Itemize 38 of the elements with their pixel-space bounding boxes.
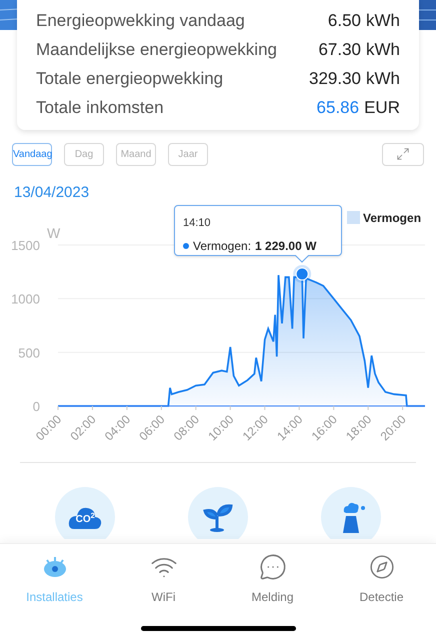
summary-label: Totale inkomsten xyxy=(36,96,164,119)
summary-label: Energieopwekking vandaag xyxy=(36,10,245,32)
nav-label: Melding xyxy=(251,589,294,606)
summary-label: Maandelijkse energieopwekking xyxy=(36,38,277,61)
nav-label: Installaties xyxy=(26,589,83,606)
sprout-icon xyxy=(200,502,235,532)
summary-value: 6.50 xyxy=(328,10,361,32)
summary-unit: EUR xyxy=(364,96,400,119)
legend-swatch xyxy=(347,211,360,224)
nav-label: Detectie xyxy=(359,589,404,606)
nav-tab[interactable]: Detectie xyxy=(332,552,432,606)
nav-tab[interactable]: WiFi xyxy=(114,552,214,606)
summary-value: 329.30 xyxy=(309,68,361,90)
nav-label: WiFi xyxy=(152,589,176,606)
co2-label: CO$^{2}$ xyxy=(76,515,95,525)
tooltip-time: 14:10 xyxy=(183,217,211,229)
eye-icon xyxy=(42,555,68,579)
chart-date: 13/04/2023 xyxy=(13,183,90,202)
period-tab[interactable]: Vandaag xyxy=(12,142,52,166)
summary-value: 67.30 xyxy=(318,38,361,61)
y-tick-label: 500 xyxy=(18,345,40,360)
tooltip-value: 1 229.00 W xyxy=(255,238,316,255)
summary-unit: kWh xyxy=(366,38,400,61)
nav-tab[interactable]: Melding xyxy=(222,552,322,606)
y-axis-unit: W xyxy=(47,225,60,241)
tooltip-series: Vermogen: xyxy=(193,238,252,255)
expand-icon xyxy=(396,147,410,161)
compass-icon xyxy=(368,554,394,580)
y-tick-label: 0 xyxy=(32,399,40,414)
summary-label: Totale energieopwekking xyxy=(36,68,224,90)
summary-value: 65.86 xyxy=(316,96,360,119)
y-tick-label: 1000 xyxy=(11,292,40,307)
y-tick-label: 1500 xyxy=(11,238,40,253)
chat-bubble-icon xyxy=(258,553,286,581)
summary-unit: kWh xyxy=(366,10,400,32)
legend-label[interactable]: Vermogen xyxy=(363,211,422,225)
summary-unit: kWh xyxy=(366,68,400,90)
data-point-marker[interactable] xyxy=(293,264,312,283)
